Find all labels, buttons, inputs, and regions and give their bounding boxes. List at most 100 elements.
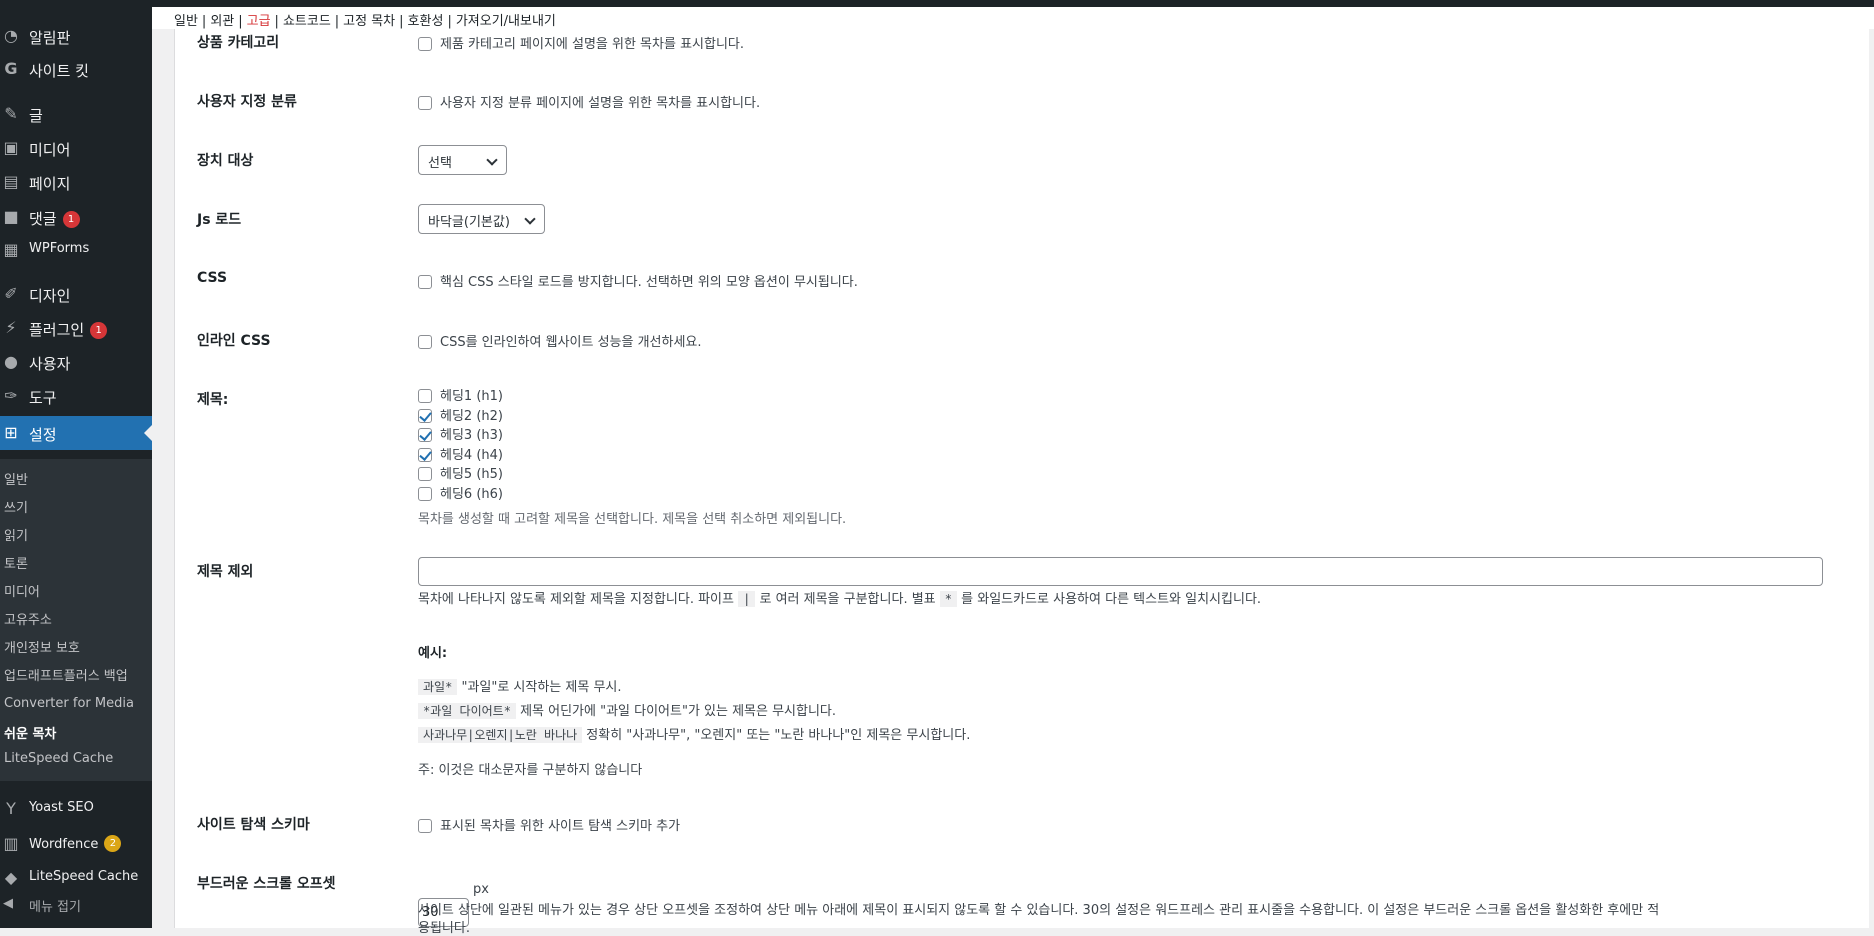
submenu-item-easy-toc[interactable]: 쉬운 목차 <box>4 723 56 742</box>
submenu-item-reading[interactable]: 읽기 <box>4 525 28 544</box>
example-item: *과일 다이어트* 제목 어딘가에 "과일 다이어트"가 있는 제목은 무시합니… <box>418 700 836 719</box>
tab-sticky-toc[interactable]: 고정 목차 <box>343 14 395 29</box>
tab-separator: | <box>334 14 340 29</box>
inline-css-checkbox[interactable] <box>418 335 432 349</box>
sidebar-item-label: 디자인 <box>29 287 71 305</box>
submenu-item-updraftplus[interactable]: 업드래프트플러스 백업 <box>4 665 128 684</box>
collapse-arrow-icon: ◀ <box>3 896 13 911</box>
submenu-item-discussion[interactable]: 토론 <box>4 553 28 572</box>
settings-panel: 상품 카테고리 제품 카테고리 페이지에 설명을 위한 목차를 표시합니다. 사… <box>174 29 1869 936</box>
sidebar-item-yoast-seo[interactable]: Y Yoast SEO <box>0 792 152 826</box>
headings-label: 제목: <box>197 392 229 408</box>
page-icon: ▤ <box>3 172 19 191</box>
heading-option-text: 헤딩3 (h3) <box>440 428 503 443</box>
device-target-select[interactable]: 선택 <box>418 145 507 175</box>
tab-appearance[interactable]: 외관 <box>210 14 234 29</box>
heading-option-h5: 헤딩5 (h5) <box>418 463 503 482</box>
sidebar-item-label: 글 <box>29 107 43 125</box>
js-load-select[interactable]: 바닥글(기본값) <box>418 204 545 234</box>
js-load-value: 바닥글(기본값) <box>428 215 510 230</box>
tab-separator: | <box>238 14 243 29</box>
inline-css-option: CSS를 인라인하여 웹사이트 성능을 개선하세요. <box>418 331 702 350</box>
sidebar-item-settings[interactable]: ⊞ 설정 <box>0 416 152 450</box>
submenu-item-converter-for-media[interactable]: Converter for Media <box>4 696 134 711</box>
device-target-value: 선택 <box>428 156 452 171</box>
sidebar-item-label: 설정 <box>29 426 57 444</box>
tab-general[interactable]: 일반 <box>174 14 198 29</box>
sidebar-item-label: 사이트 킷 <box>29 62 89 80</box>
sidebar-item-wordfence[interactable]: ▥ Wordfence 2 <box>0 827 152 861</box>
tab-import-export[interactable]: 가져오기/내보내기 <box>456 14 556 29</box>
tab-shortcode[interactable]: 쇼트코드 <box>283 14 331 29</box>
heading-h5-checkbox[interactable] <box>418 467 432 481</box>
sidebar-item-appearance[interactable]: ✐ 디자인 <box>0 277 152 311</box>
exclude-headings-input[interactable] <box>418 557 1823 586</box>
wordfence-icon: ▥ <box>3 834 19 853</box>
heading-h1-checkbox[interactable] <box>418 389 432 403</box>
submenu-item-permalinks[interactable]: 고유주소 <box>4 609 52 628</box>
sidebar-item-posts[interactable]: ✎ 글 <box>0 97 152 131</box>
tab-advanced[interactable]: 고급 <box>247 14 271 29</box>
dashboard-icon: ◔ <box>4 26 18 45</box>
submenu-item-litespeed-cache[interactable]: LiteSpeed Cache <box>4 751 113 766</box>
custom-taxonomy-text: 사용자 지정 분류 페이지에 설명을 위한 목차를 표시합니다. <box>440 96 761 111</box>
wrench-icon: ✑ <box>4 386 18 405</box>
heading-h6-checkbox[interactable] <box>418 487 432 501</box>
offset-unit: px <box>473 882 489 897</box>
user-icon: ● <box>4 352 18 371</box>
sitemap-schema-checkbox[interactable] <box>418 819 432 833</box>
smooth-scroll-description-cont: 용됩니다. <box>418 921 470 936</box>
product-category-text: 제품 카테고리 페이지에 설명을 위한 목차를 표시합니다. <box>440 37 745 52</box>
sitemap-schema-text: 표시된 목차를 위한 사이트 탐색 스키마 추가 <box>440 819 681 834</box>
sitemap-schema-label: 사이트 탐색 스키마 <box>197 817 310 833</box>
submenu-item-general[interactable]: 일반 <box>4 469 28 488</box>
example-text: 제목 어딘가에 "과일 다이어트"가 있는 제목은 무시합니다. <box>520 704 837 719</box>
heading-h4-checkbox[interactable] <box>418 448 432 462</box>
tab-compatibility[interactable]: 호환성 <box>408 14 444 29</box>
forms-icon: ▦ <box>3 240 19 259</box>
heading-h3-checkbox[interactable] <box>418 428 432 442</box>
collapse-menu-label: 메뉴 접기 <box>29 900 81 915</box>
heading-option-text: 헤딩4 (h4) <box>440 448 503 463</box>
css-checkbox[interactable] <box>418 275 432 289</box>
sidebar-item-users[interactable]: ● 사용자 <box>0 345 152 379</box>
sidebar-item-wpforms[interactable]: ▦ WPForms <box>0 233 152 267</box>
smooth-scroll-description: 사이트 상단에 일관된 메뉴가 있는 경우 상단 오프셋을 조정하여 상단 메뉴… <box>418 903 1660 918</box>
custom-taxonomy-option: 사용자 지정 분류 페이지에 설명을 위한 목차를 표시합니다. <box>418 92 760 111</box>
css-label: CSS <box>197 270 228 286</box>
submenu-item-privacy[interactable]: 개인정보 보호 <box>4 637 80 656</box>
heading-option-text: 헤딩2 (h2) <box>440 409 503 424</box>
sidebar-item-tools[interactable]: ✑ 도구 <box>0 379 152 413</box>
sidebar-item-media[interactable]: ▣ 미디어 <box>0 131 152 165</box>
heading-option-h4: 헤딩4 (h4) <box>418 444 503 463</box>
sidebar-item-comments[interactable]: ■ 댓글 1 <box>0 200 152 234</box>
desc-text: 목차에 나타나지 않도록 제외할 제목을 지정합니다. 파이프 <box>418 592 734 607</box>
asterisk-code: * <box>939 591 958 607</box>
submenu-item-writing[interactable]: 쓰기 <box>4 497 28 516</box>
sidebar-item-litespeed[interactable]: ◆ LiteSpeed Cache <box>0 861 152 895</box>
tab-separator: | <box>447 14 452 29</box>
sidebar-item-pages[interactable]: ▤ 페이지 <box>0 165 152 199</box>
sidebar-item-label: 플러그인 1 <box>29 319 108 340</box>
tab-separator: | <box>201 14 207 29</box>
google-g-icon: G <box>4 59 18 78</box>
sidebar-item-site-kit[interactable]: G 사이트 킷 <box>0 52 152 86</box>
custom-taxonomy-label: 사용자 지정 분류 <box>197 94 297 110</box>
desc-text: 로 여러 제목을 구분합니다. 별표 <box>759 592 936 607</box>
example-code: 과일* <box>418 679 458 695</box>
sidebar-item-label: 도구 <box>29 389 57 407</box>
sidebar-item-plugins[interactable]: ⚡ 플러그인 1 <box>0 311 152 345</box>
settings-submenu: 일반 쓰기 읽기 토론 미디어 고유주소 개인정보 보호 업드래프트플러스 백업… <box>0 459 152 781</box>
sidebar-item-label: 페이지 <box>29 175 71 193</box>
plugin-icon: ⚡ <box>5 318 17 337</box>
example-text: 정확히 "사과나무", "오렌지" 또는 "노란 바나나"인 제목은 무시합니다… <box>586 728 971 743</box>
sidebar-item-dashboard[interactable]: ◔ 알림판 <box>0 19 152 53</box>
pipe-code: | <box>738 591 756 607</box>
product-category-checkbox[interactable] <box>418 37 432 51</box>
custom-taxonomy-checkbox[interactable] <box>418 96 432 110</box>
heading-h2-checkbox[interactable] <box>418 409 432 423</box>
submenu-item-media[interactable]: 미디어 <box>4 581 40 600</box>
tab-separator: | <box>399 14 404 29</box>
heading-option-h2: 헤딩2 (h2) <box>418 405 503 424</box>
product-category-label: 상품 카테고리 <box>197 35 280 51</box>
